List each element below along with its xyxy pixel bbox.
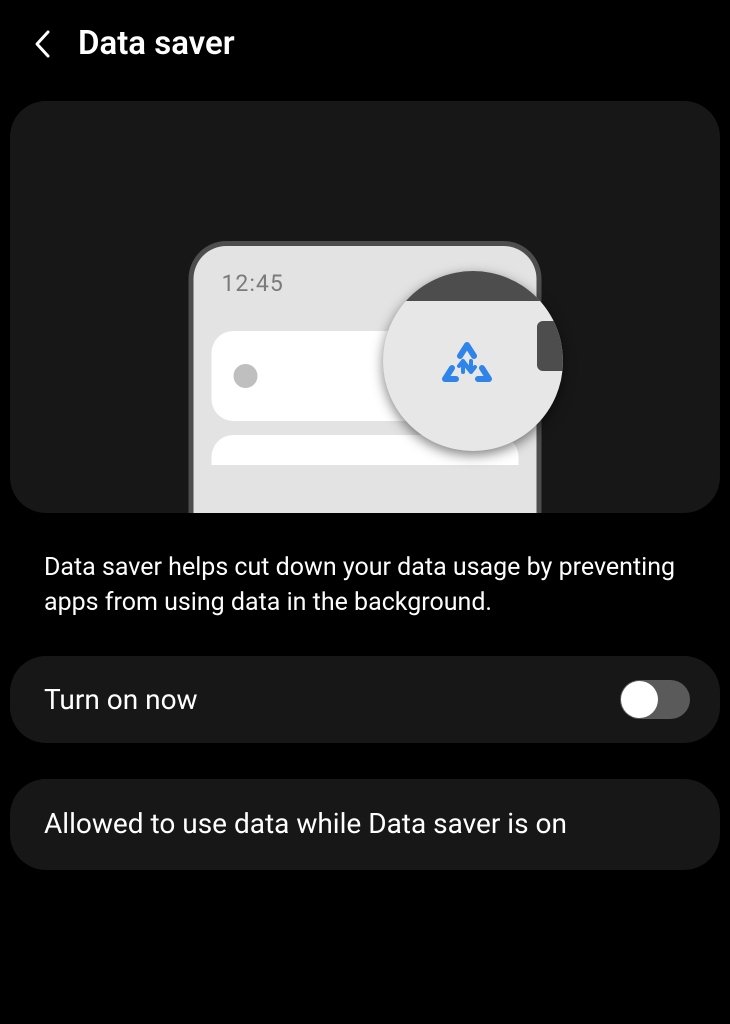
magnifier-topbar bbox=[383, 271, 563, 301]
illustration-panel: 12:45 bbox=[10, 101, 720, 513]
turn-on-label: Turn on now bbox=[44, 683, 198, 716]
turn-on-row[interactable]: Turn on now bbox=[10, 656, 720, 743]
data-saver-icon bbox=[438, 341, 496, 397]
toggle-knob bbox=[621, 681, 658, 718]
allowed-apps-label: Allowed to use data while Data saver is … bbox=[44, 805, 567, 844]
allowed-apps-row[interactable]: Allowed to use data while Data saver is … bbox=[10, 779, 720, 870]
header: Data saver bbox=[0, 0, 730, 87]
phone-dot bbox=[234, 364, 258, 388]
magnifier-circle bbox=[383, 271, 563, 451]
back-icon[interactable] bbox=[30, 26, 54, 62]
turn-on-toggle[interactable] bbox=[620, 680, 690, 719]
page-title: Data saver bbox=[78, 24, 235, 63]
description-text: Data saver helps cut down your data usag… bbox=[0, 513, 730, 656]
battery-icon bbox=[537, 321, 563, 371]
